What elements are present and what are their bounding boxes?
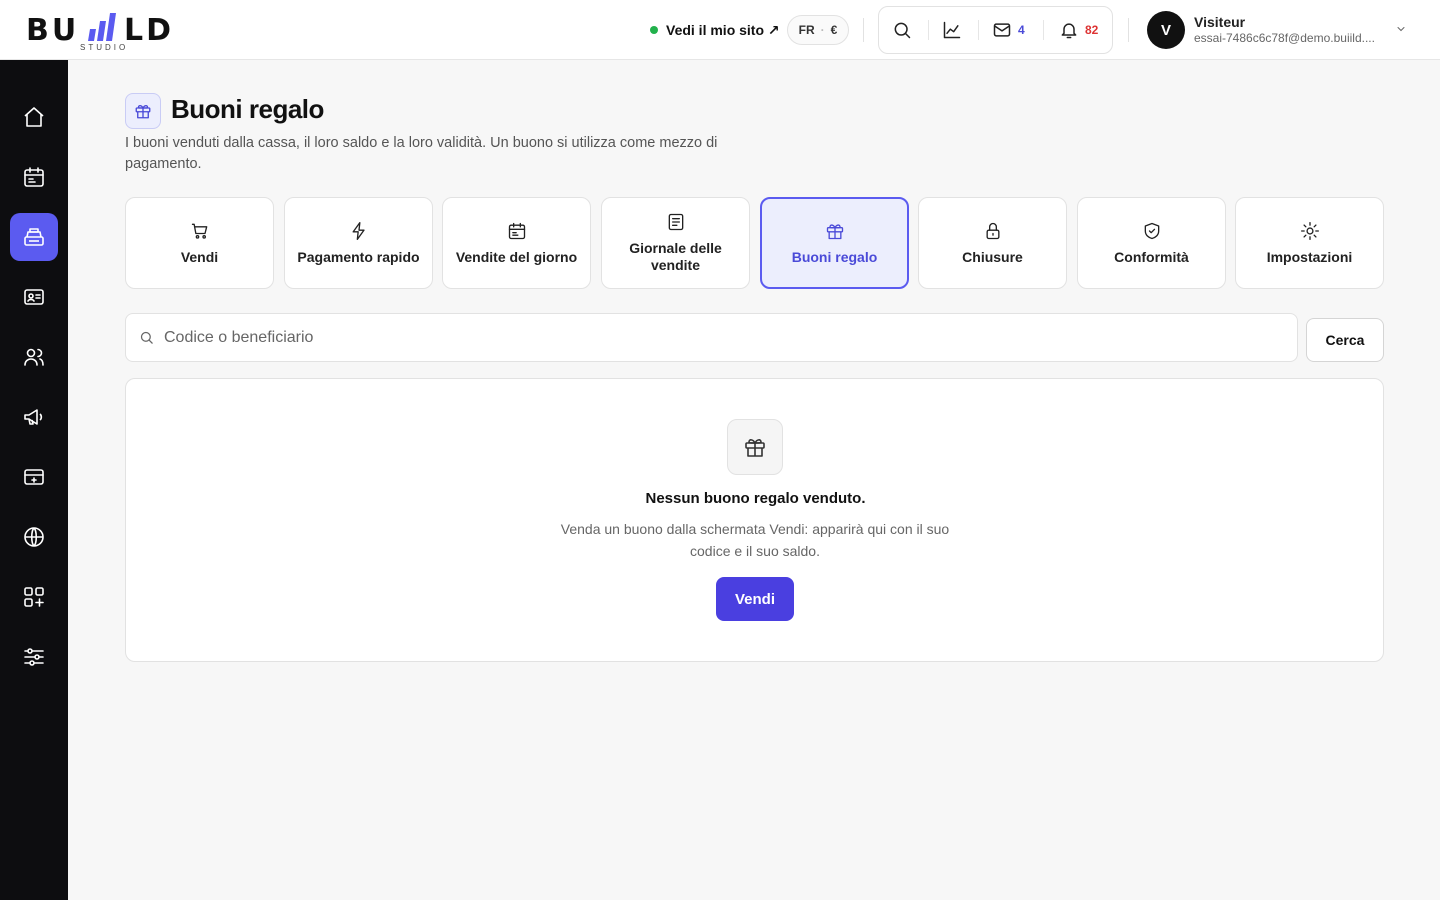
- mail-icon: [993, 23, 1011, 37]
- language-currency-selector[interactable]: FR · €: [787, 15, 849, 45]
- tool-divider: [978, 20, 979, 40]
- tab-chiusure[interactable]: Chiusure: [918, 197, 1067, 289]
- logo-bars-icon: [88, 13, 116, 41]
- header-divider: [863, 18, 864, 42]
- top-bar: BU LD STUDIO Vedi il mio sito ↗ FR · € 4: [0, 0, 1440, 60]
- tab-conformita[interactable]: Conformità: [1077, 197, 1226, 289]
- tab-label: Giornale delle vendite: [629, 240, 722, 273]
- user-name: Visiteur: [1194, 14, 1246, 30]
- page-description: I buoni venduti dalla cassa, il loro sal…: [125, 135, 718, 172]
- payment-card-icon: [24, 469, 44, 485]
- mail-count-badge: 4: [1018, 23, 1025, 37]
- gift-icon: [135, 104, 151, 119]
- sidebar-item-customers[interactable]: [10, 333, 58, 381]
- voucher-search-box: [125, 313, 1298, 362]
- chevron-down-icon: [1397, 27, 1405, 32]
- view-site-label: Vedi il mio sito ↗: [666, 21, 780, 38]
- tab-label: Vendi: [180, 248, 219, 265]
- logo[interactable]: BU LD STUDIO: [26, 8, 186, 52]
- shield-check-icon: [1144, 222, 1159, 239]
- tool-divider: [1043, 20, 1044, 40]
- tab-pagamento-rapido[interactable]: Pagamento rapido: [284, 197, 433, 289]
- document-icon: [668, 213, 683, 231]
- tab-vendite-del-giorno[interactable]: Vendite del giorno: [442, 197, 591, 289]
- user-menu[interactable]: V Visiteur essai-7486c6c78f@demo.buiild.…: [1147, 11, 1417, 49]
- tab-label: Vendite del giorno: [455, 248, 578, 265]
- search-submit-button[interactable]: Cerca: [1306, 318, 1384, 362]
- logo-text-start: BU: [26, 13, 80, 48]
- sliders-icon: [24, 648, 44, 666]
- globe-icon: [24, 527, 44, 547]
- notification-count-badge: 82: [1085, 23, 1099, 37]
- status-dot: [650, 26, 658, 34]
- tab-vendi[interactable]: Vendi: [125, 197, 274, 289]
- empty-state-text: Venda un buono dalla schermata Vendi: ap…: [560, 521, 950, 559]
- tab-buoni-regalo[interactable]: Buoni regalo: [760, 197, 909, 289]
- header-divider: [1128, 18, 1129, 42]
- tab-label: Buoni regalo: [791, 248, 878, 265]
- gift-icon: [826, 223, 843, 239]
- calendar-icon: [508, 222, 525, 239]
- chart-line-icon: [943, 21, 961, 39]
- avatar: V: [1147, 11, 1185, 49]
- pos-tabs: Vendi Pagamento rapido Vendite del giorn…: [125, 197, 1384, 289]
- messages-button[interactable]: 4: [992, 7, 1025, 53]
- page-title: Buoni regalo: [171, 94, 324, 124]
- sidebar-item-contacts[interactable]: [10, 273, 58, 321]
- user-email: essai-7486c6c78f@demo.buiild....: [1194, 31, 1375, 45]
- tool-divider: [928, 20, 929, 40]
- home-icon: [24, 107, 44, 127]
- notifications-button[interactable]: 82: [1059, 7, 1098, 53]
- sidebar-item-website[interactable]: [10, 513, 58, 561]
- logo-text-end: LD: [124, 13, 175, 48]
- gear-icon: [1300, 221, 1319, 240]
- tab-label: Impostazioni: [1266, 248, 1353, 265]
- sidebar-item-home[interactable]: [10, 93, 58, 141]
- header-tools: 4 82: [878, 6, 1113, 54]
- bolt-icon: [352, 221, 365, 240]
- sidebar-item-cash-register[interactable]: [10, 213, 58, 261]
- bell-icon: [1061, 23, 1077, 39]
- stats-button[interactable]: [942, 7, 962, 53]
- logo-subtitle: STUDIO: [80, 43, 129, 52]
- sidebar: [0, 60, 68, 900]
- page-title-icon: [125, 93, 161, 129]
- empty-state-title: Nessun buono regalo venduto.: [645, 490, 866, 507]
- sidebar-item-marketing[interactable]: [10, 393, 58, 441]
- tab-giornale-delle-vendite[interactable]: Giornale delle vendite: [601, 197, 750, 289]
- sidebar-item-payments[interactable]: [10, 453, 58, 501]
- search-icon: [140, 331, 153, 344]
- tab-label: Pagamento rapido: [297, 248, 420, 265]
- tab-impostazioni[interactable]: Impostazioni: [1235, 197, 1384, 289]
- currency-symbol: €: [830, 23, 838, 37]
- gift-icon: [745, 439, 765, 457]
- cash-register-icon: [24, 228, 44, 246]
- empty-state-card: Nessun buono regalo venduto. Venda un bu…: [125, 378, 1384, 662]
- sidebar-item-calendar[interactable]: [10, 153, 58, 201]
- sidebar-item-settings[interactable]: [10, 633, 58, 681]
- apps-add-icon: [24, 587, 44, 607]
- lock-icon: [986, 222, 999, 239]
- tab-label: Chiusure: [962, 248, 1023, 265]
- voucher-search-input[interactable]: [164, 324, 1284, 352]
- view-site-link[interactable]: Vedi il mio sito ↗: [650, 20, 780, 40]
- search-button[interactable]: [892, 7, 912, 53]
- pill-separator: ·: [820, 23, 825, 37]
- users-icon: [24, 348, 44, 366]
- sidebar-item-apps[interactable]: [10, 573, 58, 621]
- cart-icon: [191, 223, 207, 239]
- contact-card-icon: [24, 289, 44, 305]
- megaphone-icon: [24, 409, 43, 425]
- sell-voucher-button[interactable]: Vendi: [716, 577, 794, 621]
- tab-label: Conformità: [1114, 248, 1189, 265]
- calendar-icon: [24, 167, 44, 187]
- empty-state-icon: [727, 419, 783, 475]
- language-code: FR: [798, 23, 815, 37]
- search-icon: [894, 22, 911, 39]
